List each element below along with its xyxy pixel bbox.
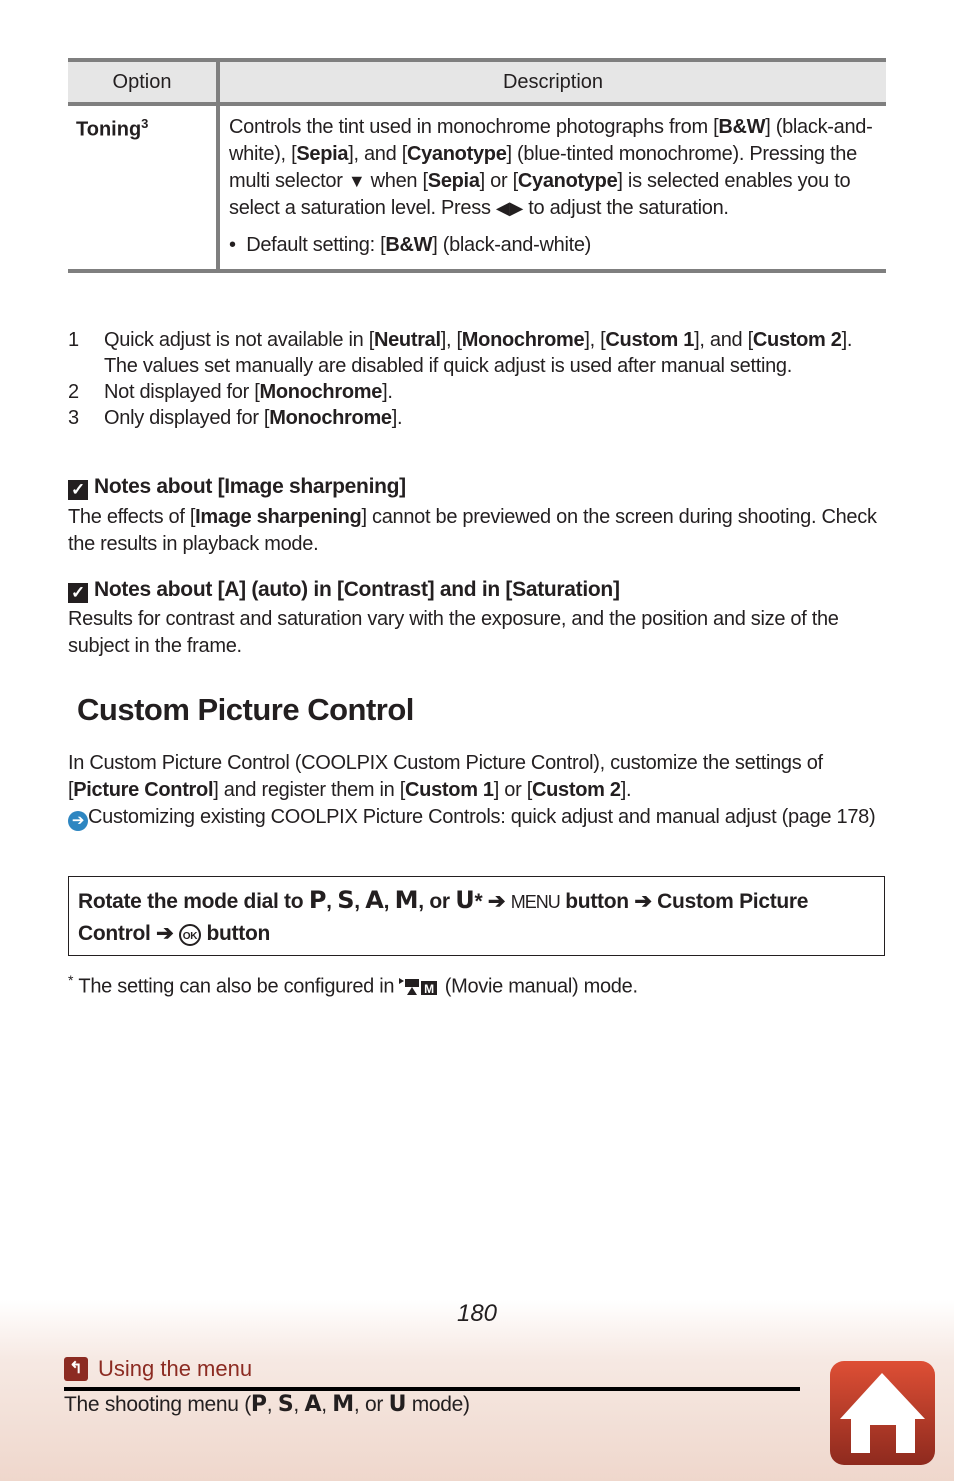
home-button[interactable] [830,1361,935,1465]
section-intro: In Custom Picture Control (COOLPIX Custo… [68,752,876,831]
note-body-sharpening: The effects of [Image sharpening] cannot… [68,506,877,555]
home-icon [840,1373,925,1453]
ok-button-icon: OK [178,924,201,946]
section-title: Custom Picture Control [77,692,414,727]
footer-subtitle: The shooting menu (P, S, A, M, or U mode… [64,1392,470,1417]
footnote-ref: 3 [141,116,149,131]
movie-manual-icon: M [399,977,438,995]
svg-text:M: M [425,982,435,995]
header-description: Description [502,71,604,93]
procedure-box: Rotate the mode dial to P, S, A, M, or U… [68,876,885,956]
mode-s-icon: S [337,886,355,914]
default-setting: • Default setting: [B&W] (black-and-whit… [229,234,592,256]
check-icon: ✓ [68,583,88,603]
left-right-arrows-icon: ◀▶ [495,198,523,218]
header-option: Option [68,62,220,102]
footnote-3: 3 Only displayed for [Monochrome]. [68,407,403,429]
link-arrow-icon: ➔ [68,811,88,831]
option-label: Toning [76,118,142,141]
option-cell: Toning3 [68,106,220,269]
mode-a-icon: A [365,886,384,914]
description-cell: Controls the tint used in monochrome pho… [220,106,886,269]
table-row: Toning3 Controls the tint used in monoch… [68,106,886,273]
mode-u-icon: U [455,886,475,914]
note-heading-contrast: ✓ Notes about [A] (auto) in [Contrast] an… [68,578,620,603]
table-header: Option Description [68,58,886,106]
footnotes: 1 Quick adjust is not available in [Neut… [68,327,888,431]
asterisk-note: * The setting can also be configured in … [68,972,638,998]
description-text: Controls the tint used in monochrome pho… [229,116,873,219]
note-body-contrast: Results for contrast and saturation vary… [68,608,839,657]
footnote-2: 2 Not displayed for [Monochrome]. [68,381,393,403]
mode-m-icon: M [394,886,419,914]
menu-button-icon: MENU [510,892,561,912]
page-number: 180 [456,1300,498,1327]
related-link[interactable]: ➔ Customizing existing COOLPIX Picture Co… [68,806,876,831]
down-arrow-icon: ▼ [347,171,366,191]
back-icon: ↰ [64,1357,88,1381]
arrow-icon: ➔ [487,890,506,913]
note-heading-sharpening: ✓ Notes about [Image sharpening] [68,475,406,500]
back-link-using-menu[interactable]: ↰ Using the menu [64,1356,252,1382]
mode-p-icon: P [308,886,327,914]
footnote-1: 1 Quick adjust is not available in [Neut… [68,329,853,377]
settings-table: Option Description Toning3 Controls the … [68,58,886,273]
arrow-icon: ➔ [634,890,652,913]
check-icon: ✓ [68,480,88,500]
footer-divider [64,1387,800,1391]
arrow-icon: ➔ [156,922,174,945]
bullet-icon: • [229,234,247,256]
